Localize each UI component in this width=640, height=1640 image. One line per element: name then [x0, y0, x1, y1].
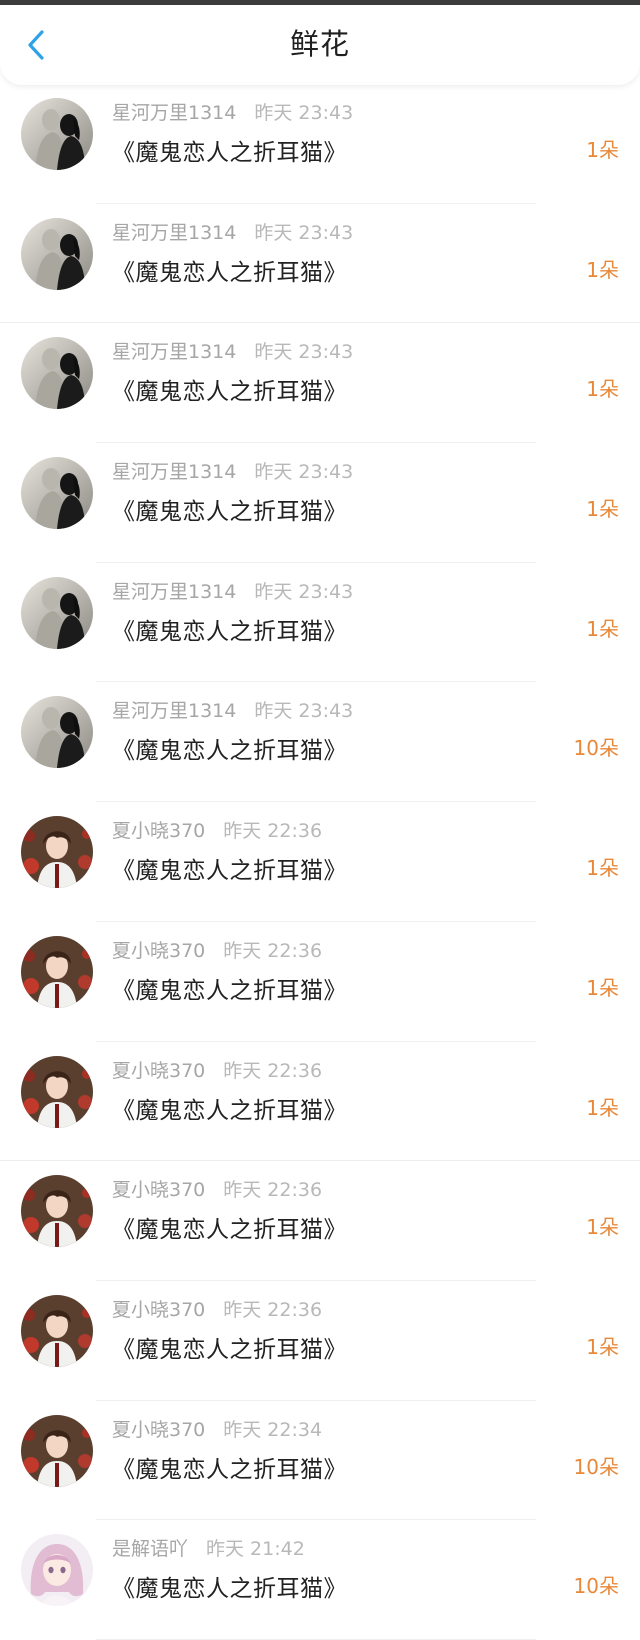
username[interactable]: 夏小晓370 [112, 1179, 205, 1201]
timestamp: 昨天 22:36 [223, 1298, 323, 1321]
flower-count: 1朵 [586, 377, 619, 402]
avatar[interactable] [21, 98, 93, 170]
username[interactable]: 夏小晓370 [112, 940, 205, 962]
username[interactable]: 星河万里1314 [112, 700, 236, 722]
username[interactable]: 星河万里1314 [112, 222, 236, 244]
book-title[interactable]: 《魔鬼恋人之折耳猫》 [112, 731, 347, 765]
book-title[interactable]: 《魔鬼恋人之折耳猫》 [112, 851, 347, 885]
username[interactable]: 是解语吖 [112, 1538, 188, 1560]
book-title[interactable]: 《魔鬼恋人之折耳猫》 [112, 612, 347, 646]
timestamp: 昨天 22:36 [223, 1179, 323, 1202]
list-item[interactable]: 星河万里1314 昨天 23:43 《魔鬼恋人之折耳猫》 1朵 [0, 443, 640, 563]
flower-count: 10朵 [573, 736, 619, 761]
username[interactable]: 夏小晓370 [112, 1419, 205, 1441]
flower-count: 1朵 [586, 497, 619, 522]
avatar[interactable] [21, 457, 93, 530]
meta-line: 是解语吖 昨天 21:42 [112, 1534, 305, 1561]
book-title[interactable]: 《魔鬼恋人之折耳猫》 [112, 492, 347, 526]
avatar[interactable] [21, 935, 93, 1008]
meta-line: 夏小晓370 昨天 22:36 [112, 1056, 322, 1083]
username[interactable]: 星河万里1314 [112, 102, 236, 124]
avatar[interactable] [21, 337, 93, 410]
timestamp: 昨天 22:36 [223, 1059, 323, 1082]
list-item[interactable]: 夏小晓370 昨天 22:36 《魔鬼恋人之折耳猫》 1朵 [0, 922, 640, 1042]
list-item[interactable]: 星河万里1314 昨天 23:43 《魔鬼恋人之折耳猫》 1朵 [0, 563, 640, 683]
meta-line: 夏小晓370 昨天 22:36 [112, 1175, 322, 1202]
book-title[interactable]: 《魔鬼恋人之折耳猫》 [112, 253, 347, 287]
meta-line: 星河万里1314 昨天 23:43 [112, 98, 353, 125]
meta-line: 星河万里1314 昨天 23:43 [112, 337, 353, 364]
list-item[interactable]: 是解语吖 昨天 21:42 《魔鬼恋人之折耳猫》 10朵 [0, 1520, 640, 1640]
book-title[interactable]: 《魔鬼恋人之折耳猫》 [112, 1330, 347, 1364]
timestamp: 昨天 23:43 [254, 221, 354, 244]
avatar[interactable] [21, 1534, 93, 1607]
list-item[interactable]: 夏小晓370 昨天 22:36 《魔鬼恋人之折耳猫》 1朵 [0, 1042, 640, 1162]
flower-count: 1朵 [586, 975, 619, 1000]
flower-count: 1朵 [586, 257, 619, 282]
meta-line: 夏小晓370 昨天 22:36 [112, 1295, 322, 1322]
meta-line: 星河万里1314 昨天 23:43 [112, 457, 353, 484]
avatar[interactable] [21, 1294, 93, 1367]
timestamp: 昨天 22:34 [223, 1418, 323, 1441]
book-title[interactable]: 《魔鬼恋人之折耳猫》 [112, 1210, 347, 1244]
avatar[interactable] [21, 217, 93, 290]
timestamp: 昨天 23:43 [254, 341, 354, 364]
list-item[interactable]: 星河万里1314 昨天 23:43 《魔鬼恋人之折耳猫》 10朵 [0, 682, 640, 803]
timestamp: 昨天 23:43 [254, 580, 354, 603]
list-item[interactable]: 夏小晓370 昨天 22:34 《魔鬼恋人之折耳猫》 10朵 [0, 1401, 640, 1521]
meta-line: 星河万里1314 昨天 23:43 [112, 218, 353, 245]
username[interactable]: 夏小晓370 [112, 1060, 205, 1082]
avatar[interactable] [21, 1175, 93, 1248]
flower-count: 1朵 [586, 616, 619, 641]
book-title[interactable]: 《魔鬼恋人之折耳猫》 [112, 1450, 347, 1484]
timestamp: 昨天 23:43 [254, 102, 354, 124]
flower-count: 1朵 [586, 1215, 619, 1240]
flower-count: 1朵 [586, 856, 619, 881]
avatar[interactable] [21, 1414, 93, 1487]
username[interactable]: 星河万里1314 [112, 461, 236, 483]
book-title[interactable]: 《魔鬼恋人之折耳猫》 [112, 971, 347, 1005]
list-item[interactable]: 夏小晓370 昨天 22:36 《魔鬼恋人之折耳猫》 1朵 [0, 1161, 640, 1281]
page-title: 鲜花 [289, 27, 350, 61]
meta-line: 星河万里1314 昨天 23:43 [112, 577, 353, 604]
username[interactable]: 星河万里1314 [112, 341, 236, 363]
timestamp: 昨天 21:42 [206, 1538, 305, 1561]
timestamp: 昨天 22:36 [223, 820, 323, 843]
list-item[interactable]: 星河万里1314 昨天 23:43 《魔鬼恋人之折耳猫》 1朵 [0, 204, 640, 324]
nav-header: 鲜花 [0, 5, 640, 85]
avatar[interactable] [21, 816, 93, 889]
avatar[interactable] [21, 696, 93, 769]
flower-count: 1朵 [586, 1334, 619, 1359]
list-item[interactable]: 夏小晓370 昨天 22:36 《魔鬼恋人之折耳猫》 1朵 [0, 1281, 640, 1401]
list-item[interactable]: 夏小晓370 昨天 22:36 《魔鬼恋人之折耳猫》 1朵 [0, 802, 640, 922]
flower-count: 1朵 [586, 1095, 619, 1120]
meta-line: 夏小晓370 昨天 22:36 [112, 936, 322, 963]
book-title[interactable]: 《魔鬼恋人之折耳猫》 [112, 133, 347, 167]
flower-count: 10朵 [573, 1454, 619, 1479]
username[interactable]: 夏小晓370 [112, 820, 205, 842]
list-item[interactable]: 星河万里1314 昨天 23:43 《魔鬼恋人之折耳猫》 1朵 [0, 323, 640, 444]
timestamp: 昨天 23:43 [254, 461, 354, 484]
avatar[interactable] [21, 1055, 93, 1128]
meta-line: 夏小晓370 昨天 22:36 [112, 816, 322, 843]
avatar[interactable] [21, 576, 93, 649]
flower-count: 10朵 [573, 1574, 619, 1599]
meta-line: 夏小晓370 昨天 22:34 [112, 1415, 322, 1442]
flower-list: 星河万里1314 昨天 23:43 《魔鬼恋人之折耳猫》 1朵 星河万里1314 昨… [0, 84, 640, 1640]
meta-line: 星河万里1314 昨天 23:43 [112, 696, 353, 723]
username[interactable]: 夏小晓370 [112, 1299, 205, 1321]
book-title[interactable]: 《魔鬼恋人之折耳猫》 [112, 1091, 347, 1125]
list-item[interactable]: 星河万里1314 昨天 23:43 《魔鬼恋人之折耳猫》 1朵 [0, 84, 640, 204]
timestamp: 昨天 23:43 [254, 700, 354, 723]
flower-count: 1朵 [586, 138, 619, 162]
book-title[interactable]: 《魔鬼恋人之折耳猫》 [112, 372, 347, 406]
username[interactable]: 星河万里1314 [112, 581, 236, 603]
timestamp: 昨天 22:36 [223, 939, 323, 962]
book-title[interactable]: 《魔鬼恋人之折耳猫》 [112, 1569, 347, 1603]
